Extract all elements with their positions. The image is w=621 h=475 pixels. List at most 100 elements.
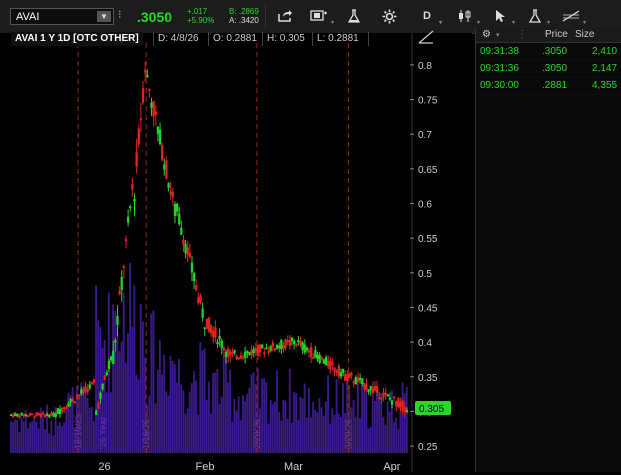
volume-bar	[154, 403, 157, 453]
ohlc-divider	[368, 32, 383, 46]
candle-body	[124, 238, 128, 242]
candle-body	[171, 191, 174, 198]
volume-bar	[280, 420, 283, 453]
volume-bar	[27, 428, 29, 453]
volume-bar	[110, 392, 112, 453]
volume-bar	[167, 395, 170, 453]
volume-bar	[359, 418, 361, 453]
column-options-icon[interactable]: ⋮	[517, 29, 527, 40]
x-tick-label: 26	[98, 461, 110, 472]
candle-body	[207, 317, 211, 332]
settings-gear-icon[interactable]	[375, 4, 403, 28]
volume-bar	[190, 383, 193, 453]
candle-body	[365, 384, 368, 390]
price-chart[interactable]: 0.250.30.350.40.450.50.550.60.650.70.750…	[0, 33, 472, 473]
link-icon[interactable]: ⁝	[118, 8, 126, 24]
chart-style-candles-icon[interactable]: ▾	[451, 4, 480, 28]
volume-bar	[10, 421, 12, 453]
candle-body	[350, 373, 353, 376]
candle-body	[384, 392, 387, 395]
volume-bar	[337, 413, 340, 453]
candle-body	[371, 387, 375, 393]
column-header-price[interactable]: Price	[545, 29, 568, 40]
volume-bar	[86, 397, 89, 453]
volume-bar	[384, 424, 387, 453]
volume-bar	[127, 333, 129, 453]
candle-body	[331, 362, 334, 366]
volume-bar	[227, 382, 229, 453]
volume-bar	[33, 414, 36, 453]
volume-bar	[297, 419, 300, 453]
volume-bar	[220, 396, 223, 453]
settings-gear-small-icon[interactable]: ⚙	[482, 29, 491, 40]
volume-bar	[165, 391, 168, 453]
candle-body	[239, 355, 243, 359]
candle-body	[250, 349, 253, 356]
candle-body	[273, 348, 277, 351]
volume-bar	[367, 428, 370, 453]
volume-bar	[244, 401, 246, 453]
candle-body	[286, 340, 289, 342]
candle-body	[288, 340, 292, 346]
candle-body	[139, 118, 143, 121]
volume-bar	[107, 292, 110, 453]
trade-time: 09:30:00	[480, 80, 519, 91]
cursor-pointer-icon[interactable]: ▾	[486, 4, 515, 28]
dropdown-caret-icon[interactable]: ▾	[496, 31, 500, 39]
volume-bar	[182, 390, 185, 453]
volume-bar	[286, 418, 289, 453]
aggregation-button[interactable]: D ▾	[413, 4, 442, 28]
trade-price: .3050	[542, 63, 568, 74]
share-icon[interactable]	[271, 4, 299, 28]
chart-drawing-icon[interactable]	[418, 30, 434, 44]
volume-bar	[273, 401, 276, 453]
column-header-size[interactable]: Size	[575, 29, 594, 40]
volume-bar	[267, 424, 270, 453]
volume-bar	[35, 421, 38, 453]
volume-bar	[203, 348, 206, 453]
volume-bar	[180, 384, 183, 453]
table-row: 09:31:36 .3050 2,147	[476, 60, 621, 78]
candle-body	[84, 386, 87, 391]
candle-body	[348, 372, 351, 378]
volume-bar	[335, 379, 338, 453]
volume-bar	[114, 310, 117, 453]
candle-body	[237, 357, 240, 360]
volume-bar	[61, 426, 63, 453]
volume-bar	[135, 374, 138, 453]
volume-bar	[263, 378, 266, 453]
bid-ask: B: .2869 A: .3420	[229, 7, 259, 25]
symbol-dropdown-icon[interactable]: ▼	[97, 11, 111, 22]
candle-body	[71, 398, 74, 403]
volume-bar	[178, 359, 180, 453]
candle-body	[378, 397, 381, 400]
x-tick-label: Mar	[284, 461, 303, 472]
candle-body	[227, 348, 230, 358]
time-and-sales-panel: ⚙ ▾ ⋮ ◦ Price Size 09:31:38 .3050 2,410 …	[475, 28, 621, 472]
volume-bar	[314, 410, 317, 453]
flask-icon[interactable]: ▾	[521, 4, 550, 28]
volume-bar	[299, 396, 302, 453]
toolbar-divider	[265, 4, 266, 28]
ohlc-low: L: 0.2881	[312, 32, 363, 46]
event-label: 3/20/26	[343, 419, 353, 449]
volume-bar	[131, 326, 134, 453]
candle-body	[312, 357, 315, 360]
volume-bar	[276, 370, 278, 453]
candle-body	[60, 407, 64, 413]
candle-body	[41, 412, 45, 415]
candle-body	[63, 407, 66, 410]
volume-bar	[171, 360, 174, 453]
studies-flask-icon[interactable]	[340, 4, 368, 28]
trade-price: .3050	[542, 46, 568, 57]
trade-time: 09:31:38	[480, 46, 519, 57]
candle-body	[346, 374, 349, 382]
symbol-input[interactable]: AVAI ▼	[10, 8, 114, 25]
volume-bar	[29, 422, 31, 453]
flag-icon[interactable]: ▾	[305, 4, 334, 28]
drawing-tools-icon[interactable]: ▾	[557, 4, 586, 28]
volume-bar	[156, 369, 159, 453]
candle-body	[75, 395, 79, 398]
volume-bar	[44, 429, 46, 453]
volume-bar	[356, 384, 359, 453]
